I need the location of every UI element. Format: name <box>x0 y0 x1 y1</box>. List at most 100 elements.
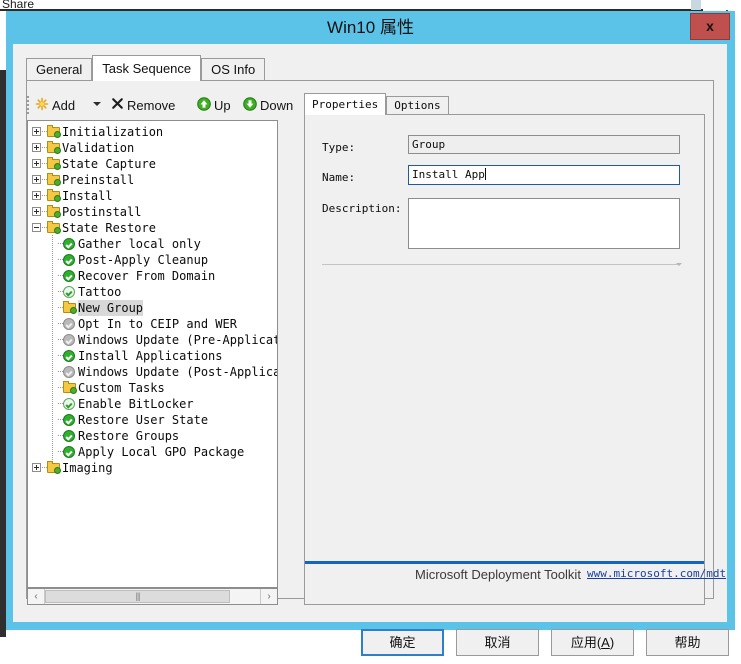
tree-item[interactable]: Initialization <box>28 124 277 140</box>
tree-item[interactable]: Windows Update (Pre-Application Installa… <box>28 331 277 348</box>
tree-item[interactable]: Recover From Domain <box>28 267 277 284</box>
apply-button[interactable]: 应用(A) <box>551 629 634 656</box>
tree-item[interactable]: Tattoo <box>28 283 277 300</box>
tree-guide-line <box>52 331 54 348</box>
tab-options[interactable]: Options <box>386 96 449 115</box>
section-divider <box>322 263 682 266</box>
tree-item-label: Install Applications <box>78 349 223 363</box>
dialog-body: General Task Sequence OS Info Add Remove… <box>13 44 729 656</box>
tree-item-label: Recover From Domain <box>78 269 216 283</box>
toolbar-grip[interactable] <box>27 96 30 114</box>
check-circle-disabled-icon <box>63 365 77 378</box>
tree-item-label: Install <box>62 189 113 203</box>
arrow-down-circle-icon <box>243 96 257 114</box>
tree-item[interactable]: Postinstall <box>28 204 277 220</box>
expand-icon[interactable] <box>32 175 41 184</box>
tree-toolbar: Add Remove Up Down <box>27 93 297 117</box>
cancel-button[interactable]: 取消 <box>456 629 539 656</box>
dialog-button-bar: 确定 取消 应用(A) 帮助 <box>13 624 729 664</box>
check-circle-icon <box>63 413 77 426</box>
dialog-title: Win10 属性 <box>327 18 414 37</box>
tree-item[interactable]: Custom Tasks <box>28 379 277 396</box>
tree-item[interactable]: Restore User State <box>28 411 277 428</box>
tree-guide-line <box>52 443 54 460</box>
branding-link[interactable]: www.microsoft.com/mdt <box>587 567 726 580</box>
scroll-left-icon[interactable]: ‹ <box>28 589 45 604</box>
background-ribbon-label: Share <box>2 0 35 11</box>
check-circle-icon <box>63 269 77 282</box>
tree-item[interactable]: Post-Apply Cleanup <box>28 251 277 268</box>
tree-item[interactable]: Validation <box>28 140 277 156</box>
branding-text: Microsoft Deployment Toolkit <box>415 567 581 582</box>
tree-item[interactable]: Apply Local GPO Package <box>28 443 277 460</box>
name-input-value: Install App <box>412 168 485 181</box>
tab-general[interactable]: General <box>26 58 93 81</box>
folder-icon <box>63 301 77 314</box>
scroll-right-icon[interactable]: › <box>260 589 277 604</box>
apply-label-suffix: ) <box>609 635 615 650</box>
tab-os-info[interactable]: OS Info <box>201 58 266 81</box>
expand-icon[interactable] <box>32 191 41 200</box>
add-label: Add <box>52 97 76 113</box>
name-label: Name: <box>322 171 356 184</box>
tree-item[interactable]: New Group <box>28 299 277 316</box>
check-circle-pale-icon <box>63 285 77 298</box>
tree-item-label: Windows Update (Pre-Application Installa… <box>78 333 277 347</box>
name-input[interactable]: Install App <box>408 165 680 185</box>
tree-guide-line <box>52 347 54 364</box>
expand-icon[interactable] <box>32 159 41 168</box>
collapse-icon[interactable] <box>32 223 41 232</box>
chevron-down-icon[interactable] <box>93 102 101 106</box>
check-circle-icon <box>63 237 77 250</box>
properties-dialog: Win10 属性 x GeneralTask SequenceOS Info <box>6 11 735 656</box>
tree-item-label: Imaging <box>62 461 113 475</box>
check-circle-icon <box>63 445 77 458</box>
folder-icon <box>47 141 61 154</box>
scrollbar-thumb[interactable] <box>45 590 230 603</box>
folder-icon <box>47 461 61 474</box>
add-button[interactable]: Add <box>35 93 75 117</box>
expand-icon[interactable] <box>32 127 41 136</box>
tree-item[interactable]: Install <box>28 188 277 204</box>
tree-item[interactable]: Preinstall <box>28 172 277 188</box>
tree-item[interactable]: Enable BitLocker <box>28 395 277 412</box>
tree-item[interactable]: Install Applications <box>28 347 277 364</box>
task-sequence-tree[interactable]: Initialization Validation State Capture Pre… <box>27 120 278 588</box>
ok-button[interactable]: 确定 <box>361 629 444 656</box>
branding-rule <box>305 561 704 564</box>
tree-item[interactable]: Imaging <box>28 460 277 476</box>
tree-item[interactable]: Opt In to CEIP and WER <box>28 315 277 332</box>
tree-item[interactable]: Windows Update (Post-Application Install… <box>28 363 277 380</box>
check-circle-icon <box>63 429 77 442</box>
folder-icon <box>47 189 61 202</box>
tree-horizontal-scrollbar[interactable]: ‹ › <box>27 588 278 605</box>
remove-button[interactable]: Remove <box>111 93 175 117</box>
tree-guide-line <box>52 251 54 268</box>
folder-icon <box>47 125 61 138</box>
help-button[interactable]: 帮助 <box>646 629 729 656</box>
tree-guide-line <box>52 267 54 284</box>
expand-icon[interactable] <box>32 463 41 472</box>
tree-guide-line <box>52 235 54 252</box>
tab-task-sequence[interactable]: Task Sequence <box>92 55 202 81</box>
tree-item[interactable]: Gather local only <box>28 235 277 252</box>
tree-item-label: Apply Local GPO Package <box>78 445 245 459</box>
folder-icon <box>47 173 61 186</box>
check-circle-disabled-icon <box>63 317 77 330</box>
description-input[interactable] <box>408 198 680 249</box>
tree-nodes: Initialization Validation State Capture Pre… <box>28 124 277 476</box>
close-button[interactable]: x <box>690 13 730 40</box>
starburst-icon <box>35 97 49 114</box>
properties-pane: Properties Options Type: Group Name: Inst… <box>304 93 726 605</box>
tree-item[interactable]: State Restore <box>28 220 277 236</box>
move-up-button[interactable]: Up <box>197 93 231 117</box>
expand-icon[interactable] <box>32 207 41 216</box>
tab-properties[interactable]: Properties <box>304 93 387 115</box>
text-cursor <box>484 168 486 180</box>
expand-icon[interactable] <box>32 143 41 152</box>
tree-guide-line <box>52 363 54 380</box>
tree-item[interactable]: Restore Groups <box>28 427 277 444</box>
move-down-button[interactable]: Down <box>243 93 293 117</box>
check-circle-icon <box>63 349 77 362</box>
tree-item[interactable]: State Capture <box>28 156 277 172</box>
